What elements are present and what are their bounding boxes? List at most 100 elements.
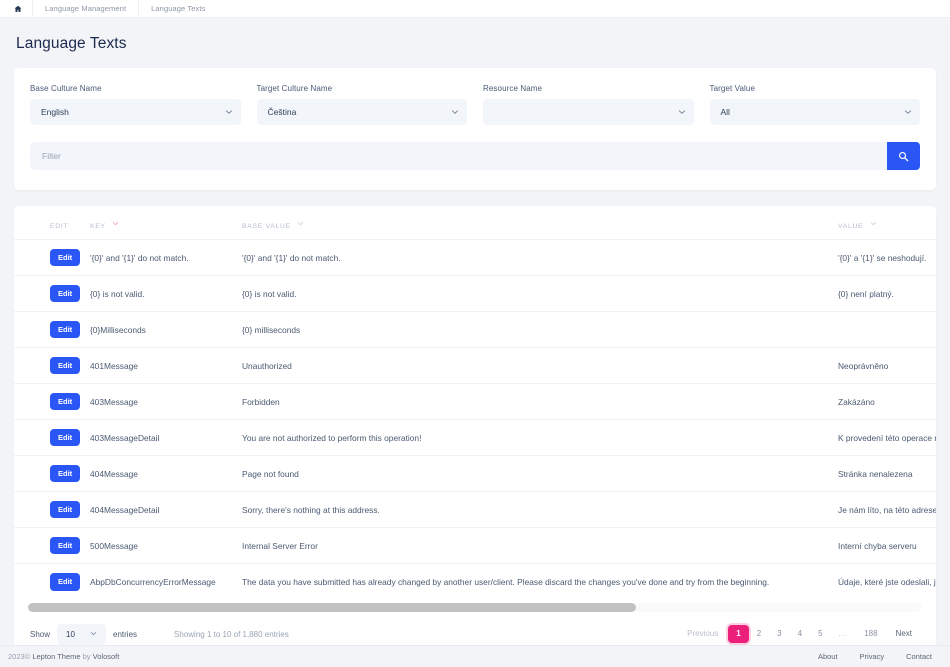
edit-button[interactable]: Edit [50,501,80,519]
cell-edit: Edit [14,564,90,600]
cell-value: K provedení této operace nemáte oprávněn… [838,420,936,456]
breadcrumb-label: Language Texts [151,4,205,13]
cell-value: Údaje, které jste odeslali, již změnil j… [838,564,936,600]
chevron-down-icon [90,630,97,637]
footer-link-privacy[interactable]: Privacy [860,652,885,661]
pagination-page-5[interactable]: 5 [810,626,830,642]
cell-value [838,312,936,348]
column-header-label: EDIT [50,223,68,230]
table-row: Edit403MessageDetailYou are not authoriz… [14,420,936,456]
column-header-base-value[interactable]: BASE VALUE [242,206,838,240]
filter-input[interactable] [30,142,887,170]
cell-key: AbpDbConcurrencyErrorMessage [90,564,242,600]
cell-base-value: Unauthorized [242,348,838,384]
field-target-culture-name: Target Culture Name Čeština [257,84,468,125]
breadcrumb-label: Language Management [45,4,126,13]
pagination: Previous 12345...188 Next [679,625,920,643]
table-row: Edit404MessageDetailSorry, there's nothi… [14,492,936,528]
cell-key: 401Message [90,348,242,384]
cell-base-value: {0} is not valid. [242,276,838,312]
cell-edit: Edit [14,348,90,384]
cell-edit: Edit [14,456,90,492]
base-culture-label: Base Culture Name [30,84,241,93]
cell-edit: Edit [14,276,90,312]
cell-key: 500Message [90,528,242,564]
cell-value: Neoprávněno [838,348,936,384]
column-header-label: VALUE [838,223,863,230]
horizontal-scrollbar[interactable] [14,600,936,616]
target-culture-select[interactable]: Čeština [257,99,468,125]
footer-by: by [83,652,91,661]
edit-button[interactable]: Edit [50,429,80,447]
showing-entries-text: Showing 1 to 10 of 1,880 entries [174,630,289,639]
pagination-ellipsis: ... [831,626,857,642]
chevron-down-icon [678,108,685,115]
cell-key: 404MessageDetail [90,492,242,528]
column-header-value[interactable]: VALUE [838,206,936,240]
target-culture-value: Čeština [268,107,297,117]
cell-base-value: Page not found [242,456,838,492]
breadcrumb-item-language-management[interactable]: Language Management [33,0,139,18]
page-footer: 2023© Lepton Theme by Volosoft About Pri… [0,645,950,667]
cell-key: {0} is not valid. [90,276,242,312]
pagination-previous[interactable]: Previous [679,626,726,642]
edit-button[interactable]: Edit [50,321,80,339]
footer-year: 2023© [8,652,30,661]
cell-value: {0} není platný. [838,276,936,312]
edit-button[interactable]: Edit [50,573,80,591]
cell-value: Stránka nenalezena [838,456,936,492]
field-target-value: Target Value All [710,84,921,125]
field-base-culture-name: Base Culture Name English [30,84,241,125]
page-title: Language Texts [16,35,950,53]
base-culture-value: English [41,107,69,117]
cell-value: Interní chyba serveru [838,528,936,564]
column-header-key[interactable]: KEY [90,206,242,240]
cell-edit: Edit [14,420,90,456]
edit-button[interactable]: Edit [50,393,80,411]
cell-key: 403MessageDetail [90,420,242,456]
base-culture-select[interactable]: English [30,99,241,125]
cell-key: {0}Milliseconds [90,312,242,348]
entries-label: entries [113,630,137,639]
pagination-page-4[interactable]: 4 [790,626,810,642]
breadcrumb-item-language-texts[interactable]: Language Texts [139,0,217,18]
field-resource-name: Resource Name [483,84,694,125]
pagination-page-1[interactable]: 1 [728,625,748,643]
footer-link-contact[interactable]: Contact [906,652,932,661]
cell-base-value: Internal Server Error [242,528,838,564]
language-texts-table-card: EDIT KEY BASE VALUE [14,206,936,659]
column-header-edit: EDIT [14,206,90,240]
search-icon [898,151,909,162]
pagination-page-3[interactable]: 3 [769,626,789,642]
table-row: Edit403MessageForbiddenZakázáno [14,384,936,420]
pagination-page-188[interactable]: 188 [856,626,885,642]
page-size-select[interactable]: 10 [57,624,106,645]
cell-value: '{0}' a '{1}' se neshodují. [838,240,936,276]
edit-button[interactable]: Edit [50,537,80,555]
target-value-select[interactable]: All [710,99,921,125]
cell-value: Zakázáno [838,384,936,420]
resource-name-select[interactable] [483,99,694,125]
cell-key: 403Message [90,384,242,420]
sort-chevron-icon [112,220,119,229]
table-row: Edit 500MessageInternal Server ErrorInter… [14,528,936,564]
column-header-label: BASE VALUE [242,223,291,230]
edit-button[interactable]: Edit [50,357,80,375]
column-header-label: KEY [90,223,106,230]
scrollbar-track[interactable] [28,603,922,612]
search-button[interactable] [887,142,920,170]
pagination-page-2[interactable]: 2 [749,626,769,642]
breadcrumb-home[interactable] [0,0,33,18]
edit-button[interactable]: Edit [50,285,80,303]
edit-button[interactable]: Edit [50,465,80,483]
table-row: Edit404MessagePage not foundStránka nena… [14,456,936,492]
cell-key: '{0}' and '{1}' do not match. [90,240,242,276]
pagination-next[interactable]: Next [888,626,920,642]
sort-chevron-icon [297,220,304,229]
edit-button[interactable]: Edit [50,249,80,267]
scrollbar-thumb[interactable] [28,603,636,612]
target-value-label: Target Value [710,84,921,93]
cell-edit: Edit [14,312,90,348]
show-entries-control: Show 10 entries [30,624,137,645]
footer-link-about[interactable]: About [818,652,838,661]
